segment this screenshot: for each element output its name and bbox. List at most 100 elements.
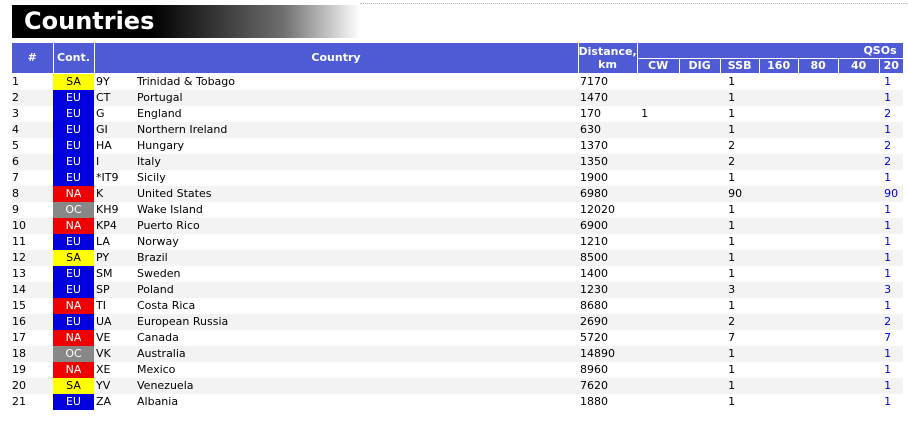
band-80-count [798,106,838,122]
table-row: 6 EU I Italy 1350 2 2 [12,153,904,170]
band-160-count [759,185,799,202]
band-40-count [838,298,879,314]
distance-cell: 1370 [580,138,608,152]
distance-cell: 1210 [580,234,608,248]
prefix-cell: VE [96,330,111,344]
prefix-cell: *IT9 [96,170,119,184]
header-cw[interactable]: CW [637,58,680,74]
continent-badge: SA [53,73,94,90]
table-row: 3 EU G England 170 1 1 2 [12,105,903,122]
band-40-count [838,266,879,282]
prefix-cell: HA [96,138,112,152]
ssb-count: 1 [728,362,736,376]
row-number: 9 [12,202,19,216]
band-160-count [759,217,799,234]
row-number: 12 [12,249,53,266]
dig-count [679,185,721,202]
cw-count [637,185,680,202]
header-40[interactable]: 40 [838,58,880,74]
country-name: Trinidad & Tobago [137,74,236,88]
table-row: 11 EU LA Norway 1210 1 1 [12,233,903,250]
cw-count [637,298,679,314]
dig-count [679,266,720,282]
row-number: 20 [12,377,53,394]
continent-badge: NA [53,185,94,202]
band-40-count [838,394,879,410]
band-20-count: 1 [884,202,892,216]
header-number[interactable]: # [12,43,54,74]
header-distance-line1: Distance, [578,44,637,58]
band-40-count [838,89,880,106]
band-40-count [838,362,879,378]
prefix-cell: YV [94,377,135,394]
band-40-count [838,121,880,138]
distance-cell: 7170 [580,74,608,88]
band-80-count [798,345,839,362]
band-160-count [759,170,798,186]
country-name: Hungary [137,138,184,152]
ssb-count: 1 [728,170,736,184]
distance-cell: 6900 [578,217,638,234]
dig-count [679,73,720,90]
band-20-count: 90 [879,185,904,202]
continent-badge: EU [53,281,94,298]
band-80-count [798,281,839,298]
band-160-count [759,89,799,106]
row-number: 14 [12,281,53,298]
header-qsos: QSOs [637,43,904,59]
band-160-count [759,298,798,314]
band-20-count: 1 [879,249,904,266]
header-country[interactable]: Country [94,43,579,74]
band-80-count [798,266,838,282]
table-row: 9 OC KH9 Wake Island 12020 1 1 [12,201,903,218]
dig-count [679,249,721,266]
countries-table: # Cont. Country Distance, km QSOs CW DIG… [12,43,904,410]
band-40-count [838,217,880,234]
table-row: 4 EU GI Northern Ireland 630 1 1 [12,121,904,138]
row-number: 17 [12,330,26,344]
ssb-count: 1 [728,234,736,248]
cw-count [637,234,679,250]
band-160-count [759,330,798,346]
ssb-count: 1 [728,394,736,408]
header-continent[interactable]: Cont. [53,43,95,74]
band-80-count [798,330,838,346]
cw-count [637,362,679,378]
dig-count [679,121,721,138]
row-number: 8 [12,185,53,202]
country-name: Sweden [137,266,181,280]
cw-count [637,153,680,170]
band-20-count: 3 [879,281,904,298]
ssb-count: 1 [728,106,736,120]
header-dig[interactable]: DIG [679,58,721,74]
continent-badge: NA [53,329,94,346]
band-80-count [798,394,838,410]
band-80-count [798,202,838,218]
ssb-count: 7 [728,330,736,344]
prefix-cell: CT [94,89,135,106]
band-20-count: 2 [879,153,904,170]
distance-cell: 8680 [580,298,608,312]
band-20-count: 1 [879,345,904,362]
band-80-count [798,362,838,378]
country-name: Portugal [135,89,578,106]
header-20[interactable]: 20 [879,58,904,74]
continent-badge: EU [53,121,94,138]
table-row: 8 NA K United States 6980 90 90 [12,185,904,202]
header-160[interactable]: 160 [759,58,799,74]
dig-count [679,89,721,106]
header-80[interactable]: 80 [798,58,839,74]
country-name: Norway [137,234,179,248]
row-number: 19 [12,362,26,376]
dig-count [679,330,720,346]
cw-count [637,73,679,90]
prefix-cell: KH9 [96,202,119,216]
table-row: 10 NA KP4 Puerto Rico 6900 1 1 [12,217,904,234]
dig-count [679,362,720,378]
header-ssb[interactable]: SSB [720,58,760,74]
country-name: England [137,106,182,120]
band-40-count [838,281,880,298]
country-name: Mexico [137,362,176,376]
distance-cell: 12020 [580,202,615,216]
header-distance[interactable]: Distance, km [578,43,638,74]
